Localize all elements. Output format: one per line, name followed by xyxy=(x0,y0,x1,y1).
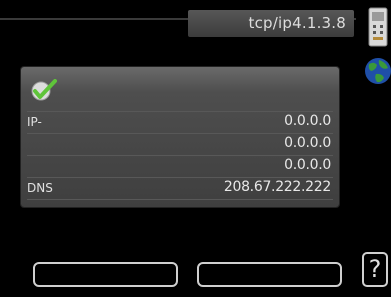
row-value: 0.0.0.0 xyxy=(284,157,331,173)
row-value: 208.67.222.222 xyxy=(223,179,331,195)
ip-address-row[interactable]: IP- 0.0.0.0 xyxy=(27,111,333,133)
gateway-row[interactable]: 0.0.0.0 xyxy=(27,155,333,177)
row-value: 0.0.0.0 xyxy=(284,113,331,129)
globe-icon xyxy=(365,58,391,84)
row-label: IP- xyxy=(27,115,42,129)
check-icon xyxy=(31,79,57,101)
netmask-row[interactable]: 0.0.0.0 xyxy=(27,133,333,155)
header-bar: tcp/ip4.1.3.8 xyxy=(188,10,354,37)
right-soft-button[interactable] xyxy=(197,262,342,287)
device-icon xyxy=(368,7,388,47)
address-list: IP- 0.0.0.0 0.0.0.0 0.0.0.0 DNS 208.67.2… xyxy=(27,111,333,200)
dns-row[interactable]: DNS 208.67.222.222 xyxy=(27,177,333,200)
help-button[interactable]: ? xyxy=(362,252,388,287)
row-label: DNS xyxy=(27,181,53,195)
row-value: 0.0.0.0 xyxy=(284,135,331,151)
tcpip-panel: IP- 0.0.0.0 0.0.0.0 0.0.0.0 DNS 208.67.2… xyxy=(21,67,339,207)
page-title: tcp/ip4.1.3.8 xyxy=(248,14,346,32)
left-soft-button[interactable] xyxy=(33,262,178,287)
